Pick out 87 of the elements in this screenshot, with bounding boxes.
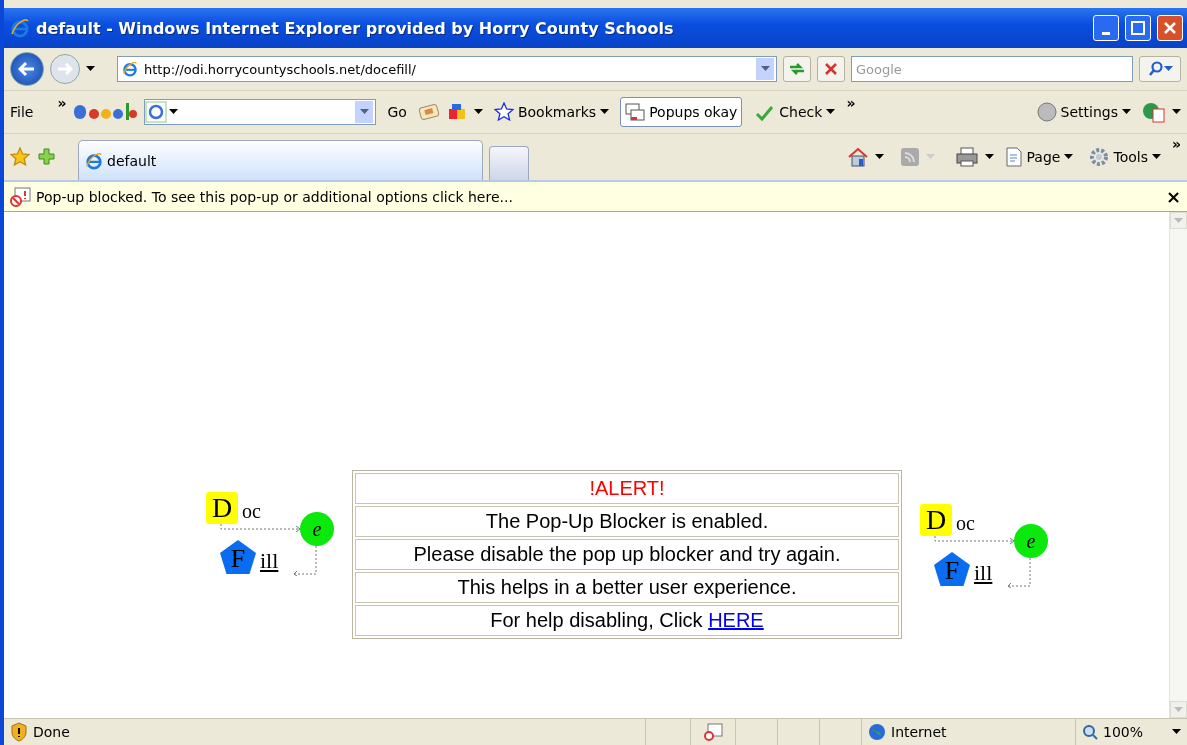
close-button[interactable] <box>1157 15 1183 41</box>
command-button[interactable]: Tools <box>1084 142 1166 172</box>
close-icon <box>1163 21 1177 35</box>
logo-letter: F <box>934 552 970 586</box>
blocked-popup-icon[interactable] <box>703 723 723 741</box>
chevron-button[interactable]: » <box>846 95 856 111</box>
browser-logo-icon <box>122 61 138 77</box>
browser-tab[interactable]: default <box>78 140 483 180</box>
search-placeholder: Google <box>856 61 903 77</box>
table-cell: The Pop-Up Blocker is enabled. <box>355 506 899 537</box>
maximize-icon <box>1131 21 1145 35</box>
info-bar-text: Pop-up blocked. To see this pop-up or additional options click here... <box>36 188 514 205</box>
caret-icon[interactable] <box>1122 109 1131 115</box>
dropdown-icon[interactable] <box>756 58 774 80</box>
google-search-field[interactable] <box>144 99 377 125</box>
url-text: http://odi.horrycountyschools.net/docefill/ <box>144 61 417 77</box>
right-arrow-icon <box>57 62 73 76</box>
page-icon <box>1004 147 1023 167</box>
logo-letter: D <box>206 492 238 524</box>
chevron-button[interactable]: » <box>57 95 67 111</box>
table-cell: Please disable the pop up blocker and try again. <box>355 539 899 570</box>
information-bar[interactable]: Pop-up blocked. To see this pop-up or additional options click here... × <box>4 180 1187 212</box>
close-button[interactable]: × <box>1165 186 1181 207</box>
printer-icon[interactable] <box>954 147 979 167</box>
status-text: Done <box>33 724 70 740</box>
caret-icon[interactable] <box>600 109 610 115</box>
toolbar-button[interactable]: Bookmarks <box>488 97 615 127</box>
refresh-button[interactable] <box>783 56 811 82</box>
globe-document-icon[interactable] <box>1142 101 1166 123</box>
connector-line <box>292 546 318 576</box>
refresh-icon <box>788 61 806 77</box>
settings-button[interactable]: Settings <box>1031 97 1136 127</box>
chevron-button[interactable]: » <box>1171 136 1181 152</box>
logo-letter: e <box>300 512 334 546</box>
star-icon[interactable] <box>493 102 514 122</box>
maximize-button[interactable] <box>1125 15 1151 41</box>
logo-text: oc <box>956 512 975 535</box>
logo-letter: e <box>1014 524 1048 558</box>
caret-icon[interactable] <box>1151 154 1161 160</box>
browser-logo-icon <box>10 18 30 38</box>
zoom-level[interactable]: 100% <box>1103 724 1144 740</box>
left-arrow-icon <box>18 61 36 77</box>
shield-icon <box>10 722 28 742</box>
alert-heading: !ALERT! <box>355 473 899 504</box>
windows-icon <box>625 103 646 121</box>
star-icon[interactable] <box>10 147 30 167</box>
logo-letter: D <box>920 504 952 536</box>
logo-text: oc <box>242 500 261 523</box>
file-menu[interactable]: File <box>10 104 34 120</box>
add-star-icon[interactable] <box>36 147 58 167</box>
window-title: default - Windows Internet Explorer provided by Horry County Schools <box>36 18 675 38</box>
circle-icon <box>1036 102 1057 122</box>
address-field[interactable]: http://odi.horrycountyschools.net/docefill/ <box>117 56 777 82</box>
caret-icon[interactable] <box>826 109 836 115</box>
search-button[interactable] <box>1139 56 1181 82</box>
logo-letter: F <box>220 540 256 574</box>
table-cell: This helps in a better user experience. <box>355 572 899 603</box>
caret-icon[interactable] <box>1064 154 1074 160</box>
zoom-icon <box>1082 724 1098 740</box>
caret-icon[interactable] <box>86 66 95 72</box>
gear-icon <box>1089 147 1110 167</box>
back-button[interactable] <box>10 52 44 86</box>
caret-icon[interactable] <box>1172 109 1181 115</box>
minimize-button[interactable] <box>1093 15 1119 41</box>
toolbar-button[interactable]: Check <box>748 97 841 127</box>
zone-text: Internet <box>891 724 947 740</box>
browser-logo-icon <box>85 151 103 170</box>
help-link[interactable]: HERE <box>708 609 764 632</box>
close-icon <box>824 62 838 76</box>
help-text: For help disabling, Click <box>490 609 704 632</box>
connector-line <box>1006 558 1032 588</box>
popup-toggle[interactable]: Popups okay <box>620 97 743 127</box>
logo-text: ill <box>974 560 993 586</box>
caret-icon[interactable] <box>1172 729 1181 735</box>
caret-icon[interactable] <box>874 154 884 160</box>
caret-icon[interactable] <box>984 154 994 160</box>
dropdown-icon[interactable] <box>355 101 374 123</box>
blocked-popup-icon <box>10 186 32 207</box>
home-icon[interactable] <box>846 146 869 168</box>
globe-icon <box>868 723 886 741</box>
caret-icon[interactable] <box>473 109 483 115</box>
logo-text: ill <box>260 548 279 574</box>
search-icon <box>1147 61 1164 77</box>
minimize-icon <box>1102 31 1110 35</box>
stop-button[interactable] <box>817 56 845 82</box>
command-button[interactable]: Page <box>999 142 1079 172</box>
go-button[interactable]: Go <box>382 97 412 127</box>
